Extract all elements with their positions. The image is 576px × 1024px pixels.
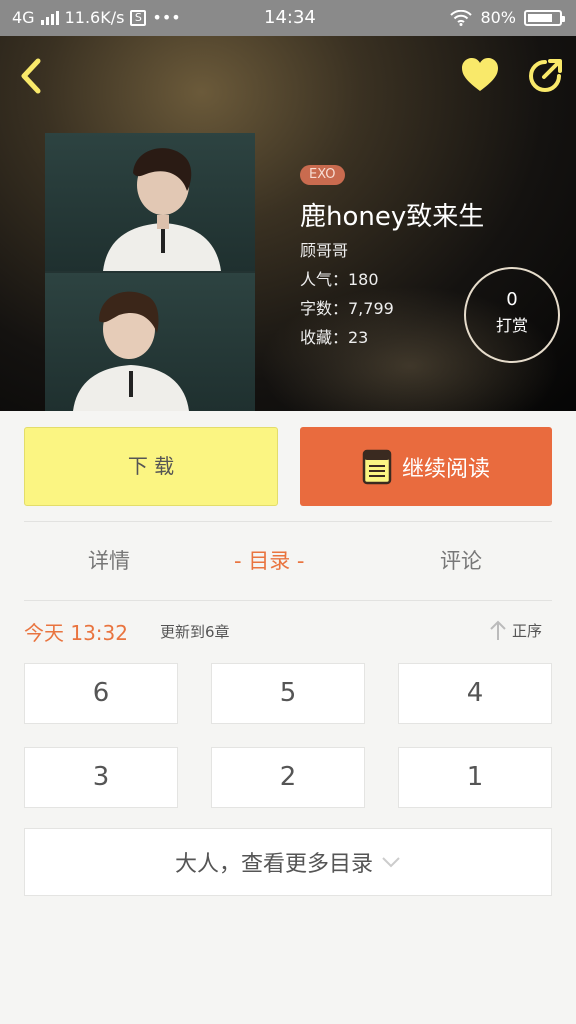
update-note: 更新到6章: [160, 623, 230, 641]
view-more-label: 大人，查看更多目录: [174, 852, 373, 877]
chevron-down-icon: [382, 857, 400, 868]
tip-count: 0: [506, 289, 518, 310]
wifi-icon: [450, 9, 473, 26]
tip-button[interactable]: 0 打赏: [464, 267, 560, 363]
book-title: 鹿honey致来生: [300, 202, 485, 232]
cover-photo-top: [45, 133, 255, 271]
sim-icon: S: [130, 9, 147, 26]
network-speed: 11.6K/s: [64, 8, 125, 27]
heart-icon[interactable]: [460, 56, 500, 94]
download-button[interactable]: 下 载: [24, 427, 278, 506]
battery-icon: [524, 9, 565, 26]
back-arrow-icon[interactable]: [16, 56, 48, 96]
network-label: 4G: [12, 8, 35, 27]
chapter-button[interactable]: 5: [211, 663, 365, 724]
continue-reading-button[interactable]: 继续阅读: [300, 427, 552, 506]
sort-label: 正序: [512, 621, 543, 640]
update-date: 今天 13:32: [24, 621, 128, 645]
divider: [24, 600, 552, 601]
word-count-stat: 字数：7,799: [300, 299, 394, 318]
tab-details[interactable]: 详情: [88, 545, 130, 575]
chapter-button[interactable]: 2: [211, 747, 365, 808]
chapter-button[interactable]: 6: [24, 663, 178, 724]
sort-arrow-icon: [490, 620, 506, 640]
battery-percent: 80%: [480, 8, 516, 27]
tip-label: 打赏: [495, 316, 528, 335]
tab-catalog[interactable]: - 目录 -: [234, 545, 305, 575]
chapter-button[interactable]: 4: [398, 663, 552, 724]
divider: [24, 521, 552, 522]
book-author[interactable]: 顾哥哥: [300, 237, 348, 261]
book-header: EXO 鹿honey致来生 顾哥哥 人气：180 字数：7,799 收藏：23 …: [0, 36, 576, 411]
book-cover[interactable]: [45, 133, 255, 411]
view-more-catalog-button[interactable]: 大人，查看更多目录: [24, 828, 552, 896]
status-time: 14:34: [264, 7, 316, 28]
favorites-stat: 收藏：23: [300, 328, 369, 347]
more-notifications-icon: •••: [152, 8, 181, 27]
category-tag[interactable]: EXO: [300, 165, 345, 185]
status-bar: 4G 11.6K/s S ••• 14:34 80%: [0, 0, 576, 36]
popularity-stat: 人气：180: [300, 270, 379, 289]
chapter-button[interactable]: 3: [24, 747, 178, 808]
signal-icon: [40, 10, 59, 25]
book-icon: [362, 449, 392, 484]
continue-reading-label: 继续阅读: [401, 456, 490, 482]
sort-toggle[interactable]: 正序: [488, 619, 542, 641]
chapter-button[interactable]: 1: [398, 747, 552, 808]
share-icon[interactable]: [526, 56, 564, 94]
cover-photo-bottom: [45, 273, 255, 411]
tab-comments[interactable]: 评论: [440, 545, 482, 575]
